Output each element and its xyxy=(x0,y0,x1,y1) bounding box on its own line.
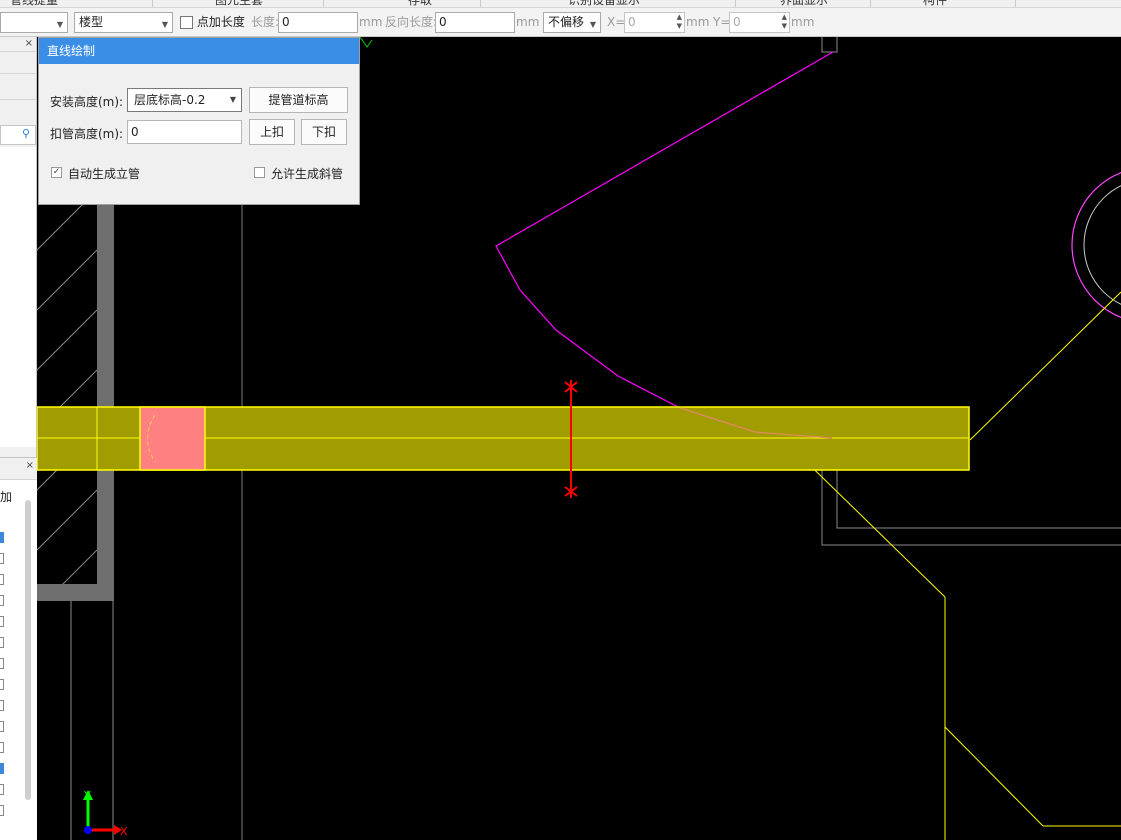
ribbon-divider xyxy=(870,0,871,7)
ribbon-label[interactable]: 构件 xyxy=(923,0,947,7)
panel-divider xyxy=(0,51,37,52)
spin-arrows-icon[interactable]: ▲ ▼ xyxy=(782,13,787,31)
row-checkbox[interactable] xyxy=(0,574,4,585)
close-icon[interactable]: × xyxy=(25,38,33,49)
install-height-dropdown[interactable]: 层底标高-0.2 ▼ xyxy=(127,88,242,112)
ribbon-divider xyxy=(480,0,481,7)
length-unit: mm xyxy=(359,15,383,29)
straight-line-draw-dialog: 直线绘制 安装高度(m): 层底标高-0.2 ▼ 提管道标高 扣管高度(m): … xyxy=(38,37,360,205)
left-dock-panel: × ⚲ × 加 xyxy=(0,37,37,840)
length-input[interactable]: 0 xyxy=(278,12,358,33)
deduct-height-label: 扣管高度(m): xyxy=(50,127,124,141)
pipe-elevation-button[interactable]: 提管道标高 xyxy=(249,87,348,113)
axis-y-label: Y xyxy=(83,789,91,802)
row-checkbox[interactable] xyxy=(0,553,4,564)
ribbon-label[interactable]: 管线提量 xyxy=(10,0,58,7)
search-icon[interactable]: ⚲ xyxy=(22,127,30,140)
floor-dropdown[interactable]: ▼ xyxy=(0,12,68,33)
chevron-down-icon: ▼ xyxy=(161,20,168,29)
point-length-label: 点加长度 xyxy=(196,15,245,29)
ribbon-divider xyxy=(152,0,153,7)
chevron-down-icon: ▼ xyxy=(589,20,596,29)
row-checkbox[interactable] xyxy=(0,700,4,711)
ribbon-label[interactable]: 界面显示 xyxy=(780,0,828,7)
pipe-fitting[interactable] xyxy=(139,406,206,471)
offset-dropdown[interactable]: 不偏移 ▼ xyxy=(543,12,601,33)
property-panel: × 加 xyxy=(0,457,37,840)
ribbon-divider xyxy=(1015,0,1016,7)
row-checkbox[interactable] xyxy=(0,658,4,669)
component-tree[interactable] xyxy=(0,147,36,447)
ribbon-label[interactable]: 图元主套 xyxy=(215,0,263,7)
auto-riser-label: 自动生成立管 xyxy=(68,167,141,181)
allow-slope-checkbox[interactable] xyxy=(254,167,265,178)
scrollbar[interactable] xyxy=(25,500,31,800)
ribbon-divider xyxy=(735,0,736,7)
auto-riser-checkbox[interactable]: ✓ xyxy=(51,167,62,178)
point-length-checkbox[interactable] xyxy=(180,16,193,29)
ribbon-divider xyxy=(323,0,324,7)
row-checkbox[interactable] xyxy=(0,595,4,606)
x-spinbox[interactable]: 0 ▲ ▼ xyxy=(624,12,685,33)
row-checkbox[interactable] xyxy=(0,532,4,543)
reverse-length-input[interactable]: 0 xyxy=(435,12,515,33)
app-window: 管线提量 图元主套 存取 识别设备显示 界面显示 构件 ▼ 楼型 ▼ 点加长度 … xyxy=(0,0,1121,840)
reverse-length-label: 反向长度: xyxy=(385,15,438,29)
row-checkbox[interactable] xyxy=(0,616,4,627)
length-label: 长度: xyxy=(251,15,280,29)
draw-options-toolbar: ▼ 楼型 ▼ 点加长度 长度: 0 mm 反向长度: 0 mm 不偏移 ▼ X=… xyxy=(0,8,1121,37)
row-checkbox[interactable] xyxy=(0,637,4,648)
y-unit: mm xyxy=(791,15,815,29)
close-icon[interactable]: × xyxy=(26,460,34,471)
axis-x-label: X xyxy=(120,825,128,838)
reverse-length-unit: mm xyxy=(516,15,540,29)
chevron-down-icon: ▼ xyxy=(56,20,63,29)
row-checkbox[interactable] xyxy=(0,679,4,690)
column-header-partial: 加 xyxy=(0,490,13,504)
x-label: X= xyxy=(607,15,626,29)
property-panel-header: × xyxy=(0,458,37,480)
row-checkbox[interactable] xyxy=(0,763,4,774)
model-dropdown[interactable]: 楼型 ▼ xyxy=(74,12,173,33)
x-unit: mm xyxy=(686,15,710,29)
y-label: Y= xyxy=(713,15,731,29)
row-checkbox[interactable] xyxy=(0,742,4,753)
y-value: 0 xyxy=(733,15,741,29)
row-checkbox[interactable] xyxy=(0,721,4,732)
model-dropdown-value: 楼型 xyxy=(79,15,104,29)
dialog-title[interactable]: 直线绘制 xyxy=(39,38,359,64)
install-height-value: 层底标高-0.2 xyxy=(134,93,206,107)
offset-dropdown-value: 不偏移 xyxy=(548,15,585,29)
selected-pipe[interactable] xyxy=(37,406,970,471)
row-checkbox[interactable] xyxy=(0,805,4,816)
ribbon-label[interactable]: 存取 xyxy=(408,0,432,7)
wall-base xyxy=(37,584,114,601)
x-value: 0 xyxy=(628,15,636,29)
y-spinbox[interactable]: 0 ▲ ▼ xyxy=(729,12,790,33)
row-checkbox[interactable] xyxy=(0,784,4,795)
panel-divider xyxy=(0,73,37,74)
wall-column xyxy=(97,200,114,600)
spin-arrows-icon[interactable]: ▲ ▼ xyxy=(677,13,682,31)
deduct-height-input[interactable]: 0 xyxy=(127,120,242,144)
install-height-label: 安装高度(m): xyxy=(50,95,124,109)
chevron-down-icon: ▼ xyxy=(229,95,236,104)
ribbon-label[interactable]: 识别设备显示 xyxy=(568,0,640,7)
ribbon-strip: 管线提量 图元主套 存取 识别设备显示 界面显示 构件 xyxy=(0,0,1121,8)
search-input[interactable]: ⚲ xyxy=(0,125,36,145)
allow-slope-label: 允许生成斜管 xyxy=(271,167,344,181)
point-length-checkbox-wrap[interactable]: 点加长度 xyxy=(180,12,245,33)
deduct-down-button[interactable]: 下扣 xyxy=(301,119,347,145)
deduct-up-button[interactable]: 上扣 xyxy=(249,119,295,145)
panel-divider xyxy=(0,99,37,100)
